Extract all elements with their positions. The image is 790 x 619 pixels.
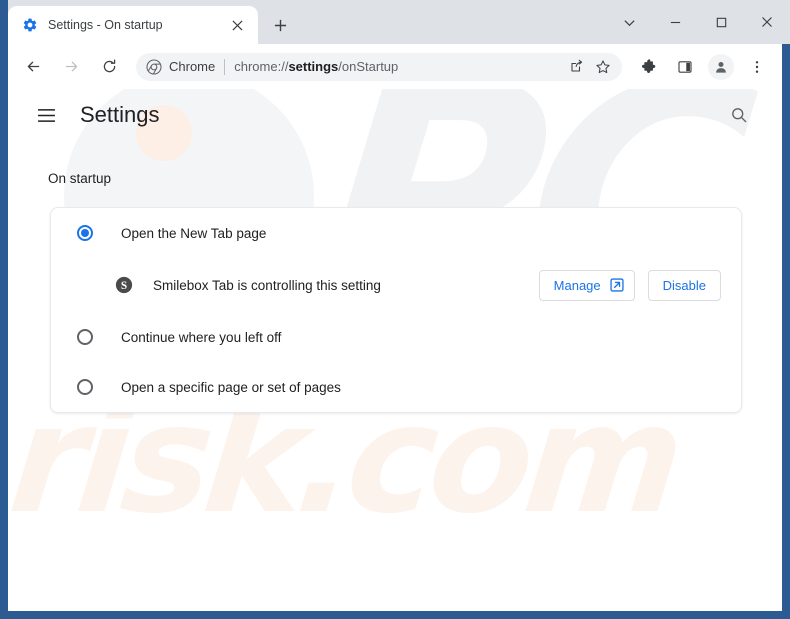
startup-option-continue[interactable]: Continue where you left off (51, 312, 741, 362)
puzzle-icon (641, 59, 655, 74)
svg-text:S: S (121, 280, 127, 292)
arrow-right-icon (65, 61, 77, 72)
page-title: Settings (80, 102, 160, 127)
url-prefix: chrome:// (234, 59, 289, 74)
radio-button-unselected[interactable] (77, 379, 93, 395)
hamburger-icon (37, 108, 55, 122)
disable-button-label: Disable (662, 277, 706, 293)
extension-control-notice: S Smilebox Tab is controlling this setti… (51, 258, 741, 312)
share-button[interactable] (563, 54, 589, 80)
star-icon (596, 59, 610, 73)
radio-button-unselected[interactable] (77, 329, 93, 345)
forward-button[interactable] (56, 52, 86, 82)
smilebox-extension-icon: S (115, 276, 133, 294)
browser-window: Settings - On startup Chrome chrome://se… (0, 0, 790, 619)
gear-icon (23, 18, 37, 32)
back-button[interactable] (18, 52, 48, 82)
x-icon (231, 19, 243, 31)
external-link-icon (610, 278, 624, 292)
profile-button[interactable] (708, 53, 734, 80)
startup-option-specific-pages[interactable]: Open a specific page or set of pages (51, 362, 741, 412)
extension-notice-text: Smilebox Tab is controlling this setting (153, 277, 381, 293)
settings-header: Settings (8, 89, 782, 141)
url-suffix: /onStartup (338, 59, 399, 74)
radio-button-selected[interactable] (77, 225, 93, 241)
browser-toolbar: Chrome chrome://settings/onStartup (8, 44, 782, 89)
section-title: On startup (48, 171, 112, 186)
side-panel-button[interactable] (670, 52, 700, 82)
three-dot-menu-icon (755, 60, 759, 73)
manage-button[interactable]: Manage (538, 269, 635, 301)
new-tab-button[interactable] (266, 11, 294, 39)
omnibox-separator (224, 58, 226, 75)
x-icon (762, 17, 772, 27)
tab-search-button[interactable] (606, 6, 652, 38)
startup-option-label: Continue where you left off (121, 329, 282, 345)
settings-page: PC risk.com Settings On startup Open th (8, 89, 782, 611)
extension-notice-actions: Manage Disable (538, 269, 721, 301)
browser-menu-button[interactable] (742, 52, 772, 82)
omnibox-actions (562, 54, 616, 80)
chrome-logo-icon (146, 58, 162, 75)
disable-button[interactable]: Disable (647, 269, 721, 301)
chevron-down-icon (623, 19, 635, 26)
maximize-button[interactable] (698, 6, 744, 38)
close-window-button[interactable] (744, 6, 790, 38)
tab-strip: Settings - On startup (0, 0, 790, 44)
tabstrip-spacer (294, 0, 606, 44)
address-bar[interactable]: Chrome chrome://settings/onStartup (136, 52, 622, 81)
arrow-left-icon (27, 61, 39, 72)
tabstrip-left-padding (0, 0, 8, 44)
tab-title: Settings - On startup (48, 18, 163, 32)
reload-button[interactable] (94, 52, 124, 82)
avatar-icon (716, 61, 726, 73)
minus-icon (670, 21, 680, 23)
plus-icon (274, 19, 286, 31)
hamburger-menu-button[interactable] (30, 99, 62, 131)
share-icon (570, 59, 582, 72)
startup-option-label: Open a specific page or set of pages (121, 379, 341, 395)
square-icon (716, 17, 726, 27)
reload-icon (103, 59, 115, 73)
bookmark-button[interactable] (590, 54, 616, 80)
search-settings-button[interactable] (722, 98, 756, 132)
omnibox-scheme-label: Chrome (169, 59, 216, 74)
extensions-button[interactable] (632, 52, 662, 82)
close-tab-icon[interactable] (226, 14, 248, 36)
window-controls (606, 0, 790, 44)
browser-tab[interactable]: Settings - On startup (8, 6, 258, 44)
search-icon (732, 108, 747, 123)
startup-option-new-tab[interactable]: Open the New Tab page (51, 208, 741, 258)
minimize-button[interactable] (652, 6, 698, 38)
startup-option-label: Open the New Tab page (121, 225, 267, 241)
omnibox-url: chrome://settings/onStartup (234, 59, 562, 74)
manage-button-label: Manage (553, 277, 601, 293)
side-panel-icon (678, 60, 692, 73)
on-startup-card: Open the New Tab page S Smilebox Tab is … (50, 207, 742, 413)
url-bold-segment: settings (288, 59, 339, 74)
